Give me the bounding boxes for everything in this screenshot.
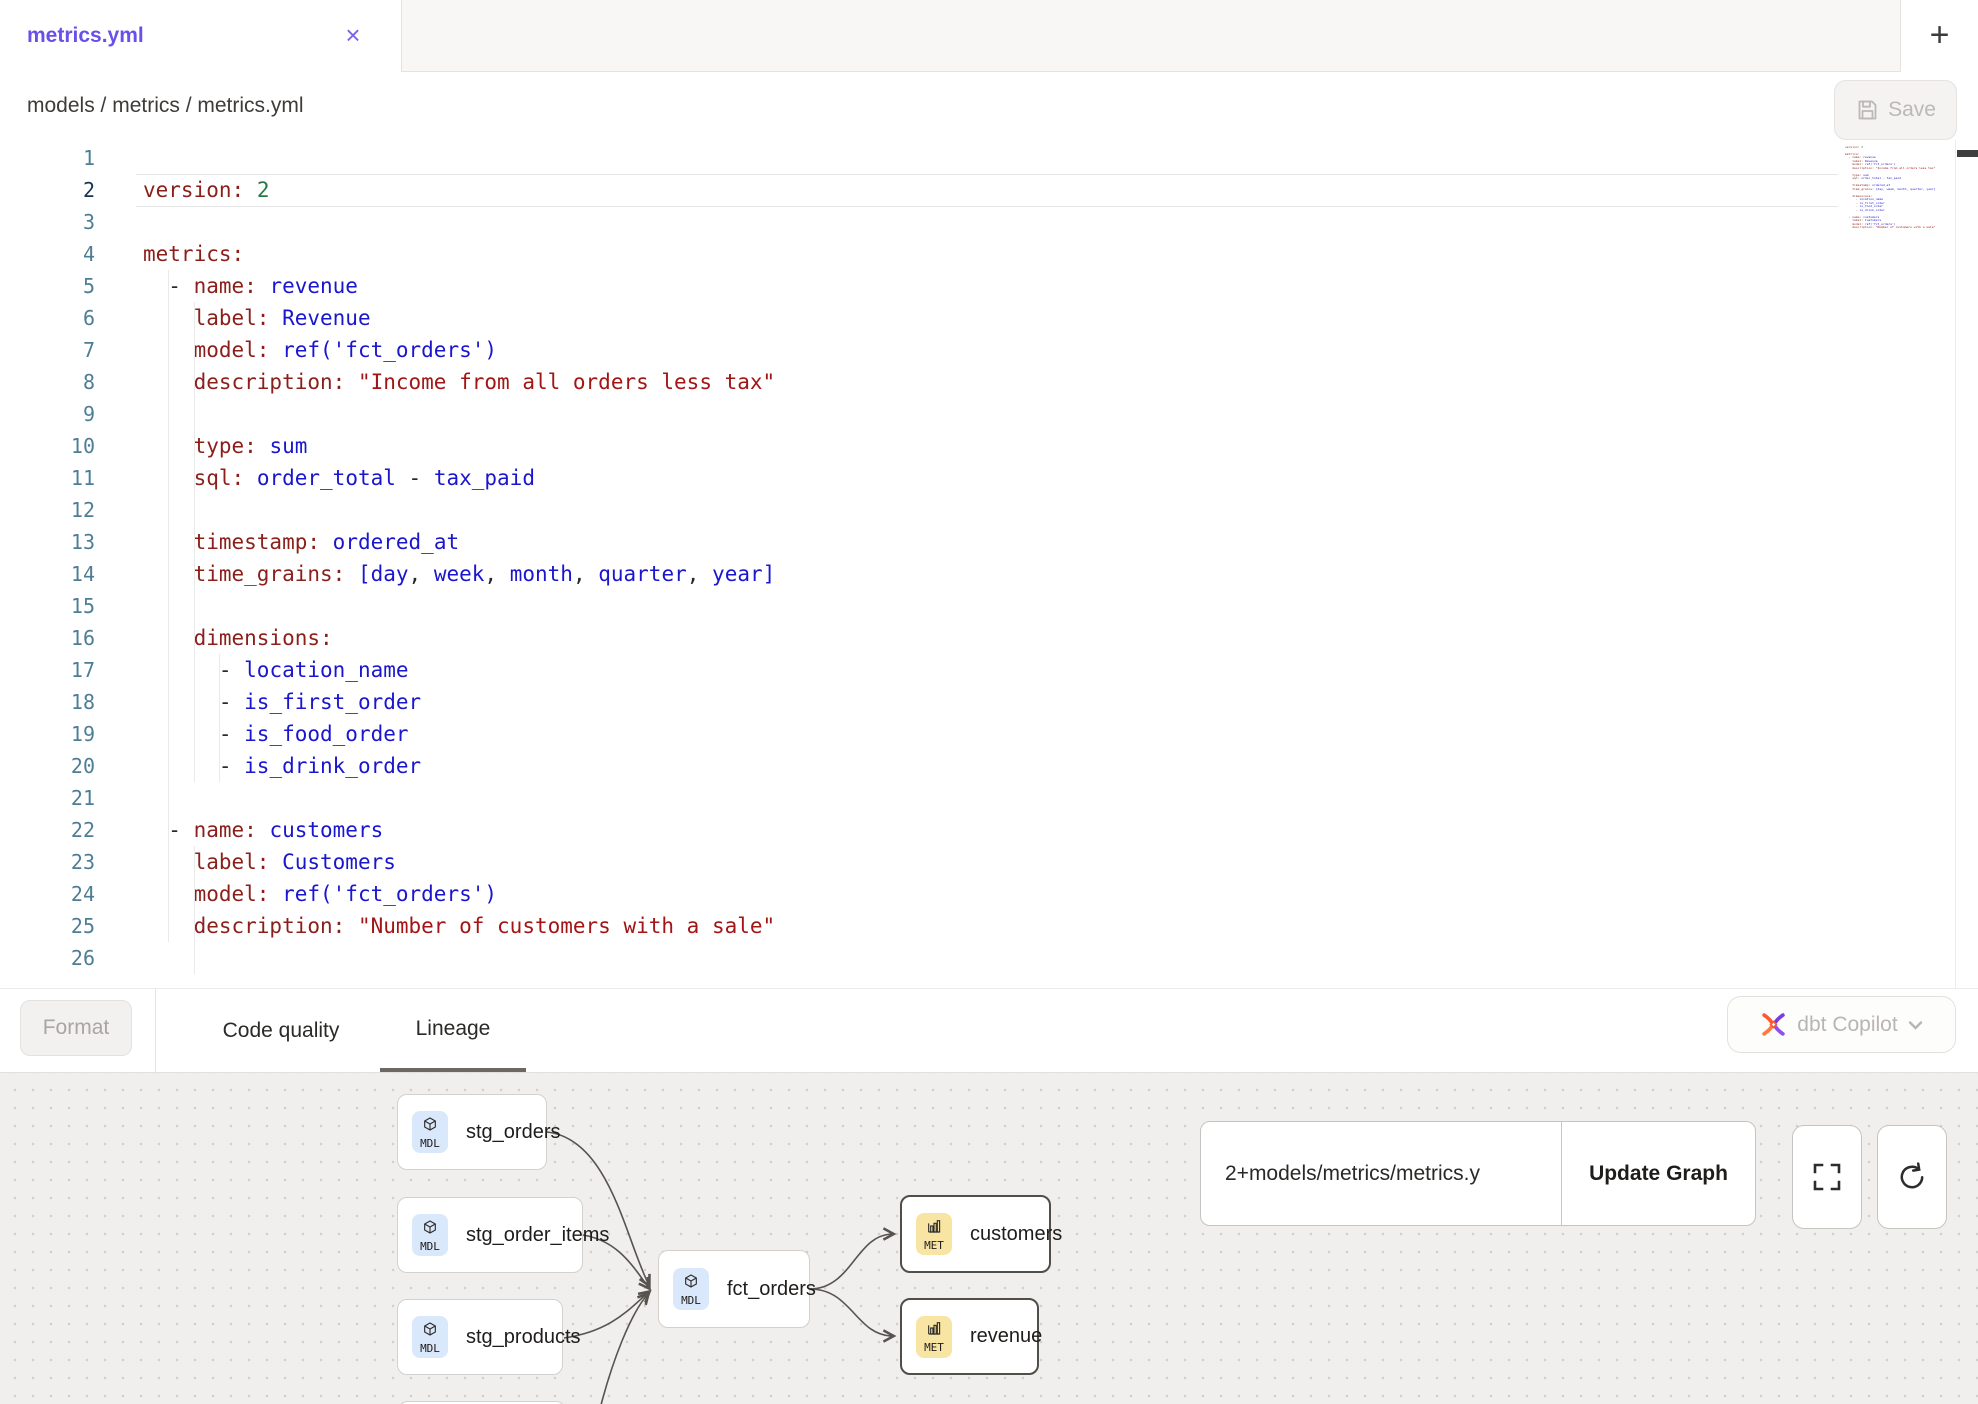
node-label: stg_products xyxy=(466,1326,581,1349)
tab-code-quality-label: Code quality xyxy=(223,1019,340,1043)
tab-lineage[interactable]: Lineage xyxy=(380,989,526,1072)
save-icon xyxy=(1855,98,1879,122)
tab-title: metrics.yml xyxy=(27,24,144,48)
refresh-icon xyxy=(1896,1161,1928,1193)
update-graph-label: Update Graph xyxy=(1589,1162,1728,1186)
fullscreen-button[interactable] xyxy=(1792,1125,1862,1229)
code-line: 15 xyxy=(0,590,1838,622)
code-line: 26 xyxy=(0,942,1838,974)
code-line: 18 - is_first_order xyxy=(0,686,1838,718)
dbt-copilot-icon xyxy=(1760,1011,1787,1038)
code-line: 16 dimensions: xyxy=(0,622,1838,654)
code-editor[interactable]: 12version: 234metrics:5 - name: revenue6… xyxy=(0,140,1978,988)
indent-guide xyxy=(194,302,195,782)
node-label: fct_orders xyxy=(727,1278,816,1301)
cube-icon xyxy=(422,1321,438,1342)
code-line: 8 description: "Income from all orders l… xyxy=(0,366,1838,398)
code-line: 7 model: ref('fct_orders') xyxy=(0,334,1838,366)
dbt-copilot-label: dbt Copilot xyxy=(1797,1013,1897,1037)
fullscreen-icon xyxy=(1811,1161,1843,1193)
code-line: 4metrics: xyxy=(0,238,1838,270)
indent-guide xyxy=(194,846,195,974)
lineage-node-fct_orders[interactable]: MDLfct_orders xyxy=(658,1250,810,1328)
code-line: 23 label: Customers xyxy=(0,846,1838,878)
code-line: 24 model: ref('fct_orders') xyxy=(0,878,1838,910)
tab-lineage-label: Lineage xyxy=(416,1017,491,1041)
lineage-node-revenue[interactable]: MET revenue xyxy=(900,1298,1039,1375)
code-line: 21 xyxy=(0,782,1838,814)
format-label: Format xyxy=(43,1016,110,1040)
lineage-selector-value: 2+models/metrics/metrics.y xyxy=(1225,1162,1480,1186)
cube-icon xyxy=(422,1219,438,1240)
edge-fct_orders-to-customers xyxy=(810,1234,893,1289)
save-label: Save xyxy=(1888,98,1936,122)
edge-fct_orders-to-revenue xyxy=(810,1289,893,1336)
code-line: 13 timestamp: ordered_at xyxy=(0,526,1838,558)
code-line: 5 - name: revenue xyxy=(0,270,1838,302)
code-line: 11 sql: order_total - tax_paid xyxy=(0,462,1838,494)
dbt-copilot-button[interactable]: dbt Copilot xyxy=(1727,996,1956,1053)
code-line: 20 - is_drink_order xyxy=(0,750,1838,782)
lineage-graph-canvas[interactable]: MDLstg_ordersMDLstg_order_itemsMDLstg_pr… xyxy=(0,1072,1978,1404)
overview-ruler-cursor-mark xyxy=(1957,150,1978,157)
lineage-selector-bar: 2+models/metrics/metrics.y Update Graph xyxy=(1200,1121,1756,1226)
bottom-toolbar: Format Code quality Lineage dbt Copilot xyxy=(0,988,1978,1072)
indent-guide xyxy=(219,654,220,782)
code-line: 6 label: Revenue xyxy=(0,302,1838,334)
tab-metrics-yml[interactable]: metrics.yml × xyxy=(0,0,402,72)
indent-guide xyxy=(168,270,169,942)
new-tab-button[interactable]: + xyxy=(1900,0,1978,72)
code-line: 10 type: sum xyxy=(0,430,1838,462)
node-label: customers xyxy=(970,1223,1062,1246)
code-line: 1 xyxy=(0,142,1838,174)
code-line: 2version: 2 xyxy=(0,174,1838,206)
tab-code-quality[interactable]: Code quality xyxy=(180,989,382,1072)
model-badge: MDL xyxy=(412,1316,448,1358)
cube-icon xyxy=(422,1116,438,1137)
lineage-selector-input[interactable]: 2+models/metrics/metrics.y xyxy=(1201,1122,1562,1225)
breadcrumb: models / metrics / metrics.yml xyxy=(27,94,304,118)
code-line: 14 time_grains: [day, week, month, quart… xyxy=(0,558,1838,590)
metric-badge: MET xyxy=(916,1213,952,1255)
node-label: stg_orders xyxy=(466,1121,561,1144)
chevron-down-icon xyxy=(1908,1020,1923,1030)
node-label: revenue xyxy=(970,1325,1042,1348)
plus-icon: + xyxy=(1930,18,1950,52)
model-badge: MDL xyxy=(412,1111,448,1153)
lineage-node-customers[interactable]: METcustomers xyxy=(900,1195,1051,1273)
refresh-button[interactable] xyxy=(1877,1125,1947,1229)
minimap[interactable]: version: 2metrics: - name: revenue label… xyxy=(1845,142,1953,233)
format-button[interactable]: Format xyxy=(20,1000,132,1056)
code-line: 19 - is_food_order xyxy=(0,718,1838,750)
node-label: stg_order_items xyxy=(466,1224,609,1247)
code-line: 17 - location_name xyxy=(0,654,1838,686)
lineage-node-stg_products[interactable]: MDLstg_products xyxy=(397,1299,563,1375)
code-line: 22 - name: customers xyxy=(0,814,1838,846)
code-line: 9 xyxy=(0,398,1838,430)
code-line: 25 description: "Number of customers wit… xyxy=(0,910,1838,942)
code-line: 12 xyxy=(0,494,1838,526)
tab-bar: metrics.yml × + xyxy=(0,0,1978,72)
lineage-node-stg_order_items[interactable]: MDLstg_order_items xyxy=(397,1197,583,1273)
bar-chart-icon xyxy=(926,1320,942,1341)
minimap-separator xyxy=(1955,140,1956,988)
update-graph-button[interactable]: Update Graph xyxy=(1562,1122,1755,1225)
edge-partial_node-to-fct_orders xyxy=(601,1294,648,1404)
close-icon[interactable]: × xyxy=(338,21,368,51)
tab-strip-background xyxy=(402,0,1900,72)
model-badge: MDL xyxy=(673,1268,709,1310)
file-header-row: models / metrics / metrics.yml Save xyxy=(0,72,1978,140)
metric-badge: MET xyxy=(916,1316,952,1358)
bar-chart-icon xyxy=(926,1218,942,1239)
code-line: 3 xyxy=(0,206,1838,238)
save-button[interactable]: Save xyxy=(1834,80,1957,140)
model-badge: MDL xyxy=(412,1214,448,1256)
cube-icon xyxy=(683,1273,699,1294)
toolbar-divider xyxy=(155,989,156,1072)
dbt-ide-window: metrics.yml × + models / metrics / metri… xyxy=(0,0,1978,1404)
lineage-node-stg_orders[interactable]: MDLstg_orders xyxy=(397,1094,547,1170)
